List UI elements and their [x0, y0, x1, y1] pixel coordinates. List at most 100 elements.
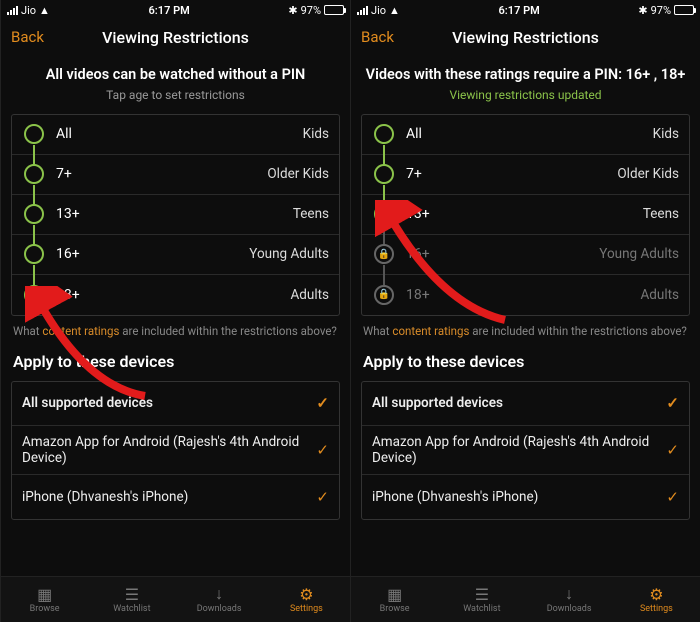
battery-pct: 97%: [301, 4, 321, 17]
devices-title: Apply to these devices: [11, 350, 340, 381]
age-label: 13+: [56, 206, 80, 222]
category-label: Kids: [303, 126, 329, 142]
heading-sub: Viewing restrictions updated: [365, 88, 686, 102]
tab-bar: ▦Browse ☰Watchlist ↓Downloads ⚙Settings: [351, 576, 700, 622]
category-label: Adults: [290, 287, 329, 303]
devices-list: All supported devices ✓ Amazon App for A…: [361, 381, 690, 520]
category-label: Young Adults: [599, 246, 679, 262]
back-button[interactable]: Back: [361, 28, 394, 46]
device-row-all[interactable]: All supported devices ✓: [12, 382, 339, 426]
tab-settings[interactable]: ⚙Settings: [263, 577, 350, 622]
category-label: Teens: [643, 206, 679, 222]
category-label: Kids: [653, 126, 679, 142]
signal-icon: [357, 6, 368, 15]
age-label: All: [56, 126, 72, 142]
tab-watchlist[interactable]: ☰Watchlist: [88, 577, 175, 622]
category-label: Older Kids: [267, 166, 329, 182]
back-button[interactable]: Back: [11, 28, 44, 46]
battery-icon: [674, 5, 694, 15]
age-label: 16+: [56, 246, 80, 262]
list-icon: ☰: [125, 585, 139, 603]
bluetooth-icon: ✱: [638, 4, 647, 17]
device-row[interactable]: iPhone (Dhvanesh's iPhone) ✓: [12, 475, 339, 519]
battery-pct: 97%: [651, 4, 671, 17]
nav-header: Back Viewing Restrictions: [1, 18, 350, 56]
wifi-icon: ▲: [389, 4, 400, 17]
node-icon: [24, 244, 44, 264]
download-icon: ↓: [215, 585, 223, 603]
gear-icon: ⚙: [649, 585, 663, 603]
check-icon: ✓: [666, 394, 679, 412]
tab-browse[interactable]: ▦Browse: [351, 577, 438, 622]
content-ratings-link[interactable]: What content ratings are included within…: [361, 316, 690, 350]
device-row[interactable]: Amazon App for Android (Rajesh's 4th And…: [12, 426, 339, 475]
nav-header: Back Viewing Restrictions: [351, 18, 700, 56]
heading-main: All videos can be watched without a PIN: [15, 66, 336, 85]
device-row[interactable]: Amazon App for Android (Rajesh's 4th And…: [362, 426, 689, 475]
page-title: Viewing Restrictions: [351, 28, 700, 47]
signal-icon: [7, 6, 18, 15]
list-icon: ☰: [475, 585, 489, 603]
wifi-icon: ▲: [39, 4, 50, 17]
device-row-all[interactable]: All supported devices ✓: [362, 382, 689, 426]
node-icon: [24, 204, 44, 224]
check-icon: ✓: [316, 441, 329, 459]
age-label: 7+: [56, 166, 72, 182]
tab-bar: ▦Browse ☰Watchlist ↓Downloads ⚙Settings: [1, 576, 350, 622]
ratings-list: All Kids 7+ Older Kids 13+ Teens 16+ You…: [11, 114, 340, 316]
tab-downloads[interactable]: ↓Downloads: [526, 577, 613, 622]
check-icon: ✓: [316, 488, 329, 506]
category-label: Older Kids: [617, 166, 679, 182]
node-icon-selected: [24, 285, 44, 305]
lock-icon: 🔒: [374, 244, 394, 264]
rating-row-18[interactable]: 🔒 18+ Adults: [362, 275, 689, 315]
age-label: 18+: [56, 287, 80, 303]
status-bar: Jio ▲ 6:17 PM ✱ 97%: [1, 0, 350, 18]
rating-row-13[interactable]: 13+ Teens: [12, 195, 339, 235]
tab-watchlist[interactable]: ☰Watchlist: [438, 577, 525, 622]
rating-row-18[interactable]: 18+ Adults: [12, 275, 339, 315]
gear-icon: ⚙: [299, 585, 313, 603]
age-label: 18+: [406, 287, 430, 303]
rating-row-16[interactable]: 🔒 16+ Young Adults: [362, 235, 689, 275]
ratings-list: All Kids 7+ Older Kids 13+ Teens 🔒 16+ Y…: [361, 114, 690, 316]
node-icon: [24, 124, 44, 144]
carrier-label: Jio: [21, 4, 36, 17]
age-label: 7+: [406, 166, 422, 182]
battery-icon: [324, 5, 344, 15]
age-label: 13+: [406, 206, 430, 222]
device-row[interactable]: iPhone (Dhvanesh's iPhone) ✓: [362, 475, 689, 519]
node-icon: [374, 164, 394, 184]
status-bar: Jio ▲ 6:17 PM ✱ 97%: [351, 0, 700, 18]
content-ratings-link[interactable]: What content ratings are included within…: [11, 316, 340, 350]
page-title: Viewing Restrictions: [1, 28, 350, 47]
download-icon: ↓: [565, 585, 573, 603]
rating-row-7[interactable]: 7+ Older Kids: [12, 155, 339, 195]
rating-row-13[interactable]: 13+ Teens: [362, 195, 689, 235]
rating-row-all[interactable]: All Kids: [362, 115, 689, 155]
check-icon: ✓: [666, 488, 679, 506]
node-icon-selected: [374, 204, 394, 224]
heading-sub: Tap age to set restrictions: [15, 88, 336, 102]
screen-left: Jio ▲ 6:17 PM ✱ 97% Back Viewing Restric…: [0, 0, 350, 622]
age-label: All: [406, 126, 422, 142]
rating-row-all[interactable]: All Kids: [12, 115, 339, 155]
lock-icon: 🔒: [374, 285, 394, 305]
devices-title: Apply to these devices: [361, 350, 690, 381]
age-label: 16+: [406, 246, 430, 262]
heading-main: Videos with these ratings require a PIN:…: [365, 66, 686, 85]
category-label: Young Adults: [249, 246, 329, 262]
screen-right: Jio ▲ 6:17 PM ✱ 97% Back Viewing Restric…: [350, 0, 700, 622]
rating-row-16[interactable]: 16+ Young Adults: [12, 235, 339, 275]
category-label: Teens: [293, 206, 329, 222]
status-time: 6:17 PM: [149, 4, 190, 17]
tab-browse[interactable]: ▦Browse: [1, 577, 88, 622]
grid-icon: ▦: [37, 585, 52, 603]
status-time: 6:17 PM: [499, 4, 540, 17]
rating-row-7[interactable]: 7+ Older Kids: [362, 155, 689, 195]
check-icon: ✓: [316, 394, 329, 412]
category-label: Adults: [640, 287, 679, 303]
tab-settings[interactable]: ⚙Settings: [613, 577, 700, 622]
devices-list: All supported devices ✓ Amazon App for A…: [11, 381, 340, 520]
tab-downloads[interactable]: ↓Downloads: [176, 577, 263, 622]
